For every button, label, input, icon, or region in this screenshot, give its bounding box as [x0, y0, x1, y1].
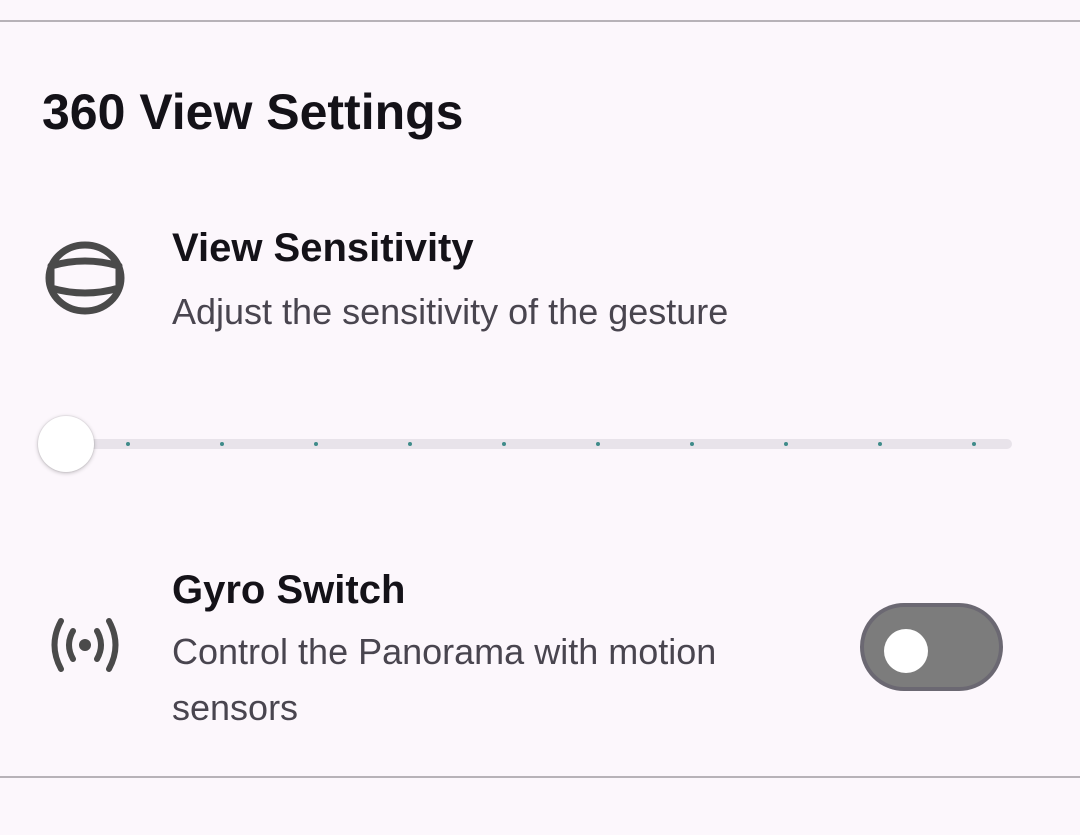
bottom-divider [0, 776, 1080, 778]
slider-tick [878, 442, 882, 446]
gyro-switch-title: Gyro Switch [172, 568, 406, 612]
panorama-sphere-icon [44, 240, 126, 316]
slider-tick [408, 442, 412, 446]
section-title: 360 View Settings [42, 84, 464, 140]
slider-tick [596, 442, 600, 446]
slider-tick [502, 442, 506, 446]
gyro-switch-subtitle: Control the Panorama with motion sensors [172, 631, 717, 728]
slider-tick [220, 442, 224, 446]
gyro-toggle-switch[interactable] [860, 603, 1003, 691]
sensitivity-slider[interactable] [38, 416, 1022, 472]
slider-tick [690, 442, 694, 446]
sensor-signal-icon [46, 614, 124, 676]
slider-tick [314, 442, 318, 446]
toggle-knob[interactable] [884, 629, 928, 673]
top-divider [0, 20, 1080, 22]
slider-tick [972, 442, 976, 446]
slider-track[interactable] [66, 439, 1012, 449]
view-sensitivity-title: View Sensitivity [172, 226, 474, 270]
slider-thumb[interactable] [38, 416, 94, 472]
slider-tick [784, 442, 788, 446]
view-sensitivity-subtitle: Adjust the sensitivity of the gesture [172, 291, 729, 332]
slider-tick [126, 442, 130, 446]
